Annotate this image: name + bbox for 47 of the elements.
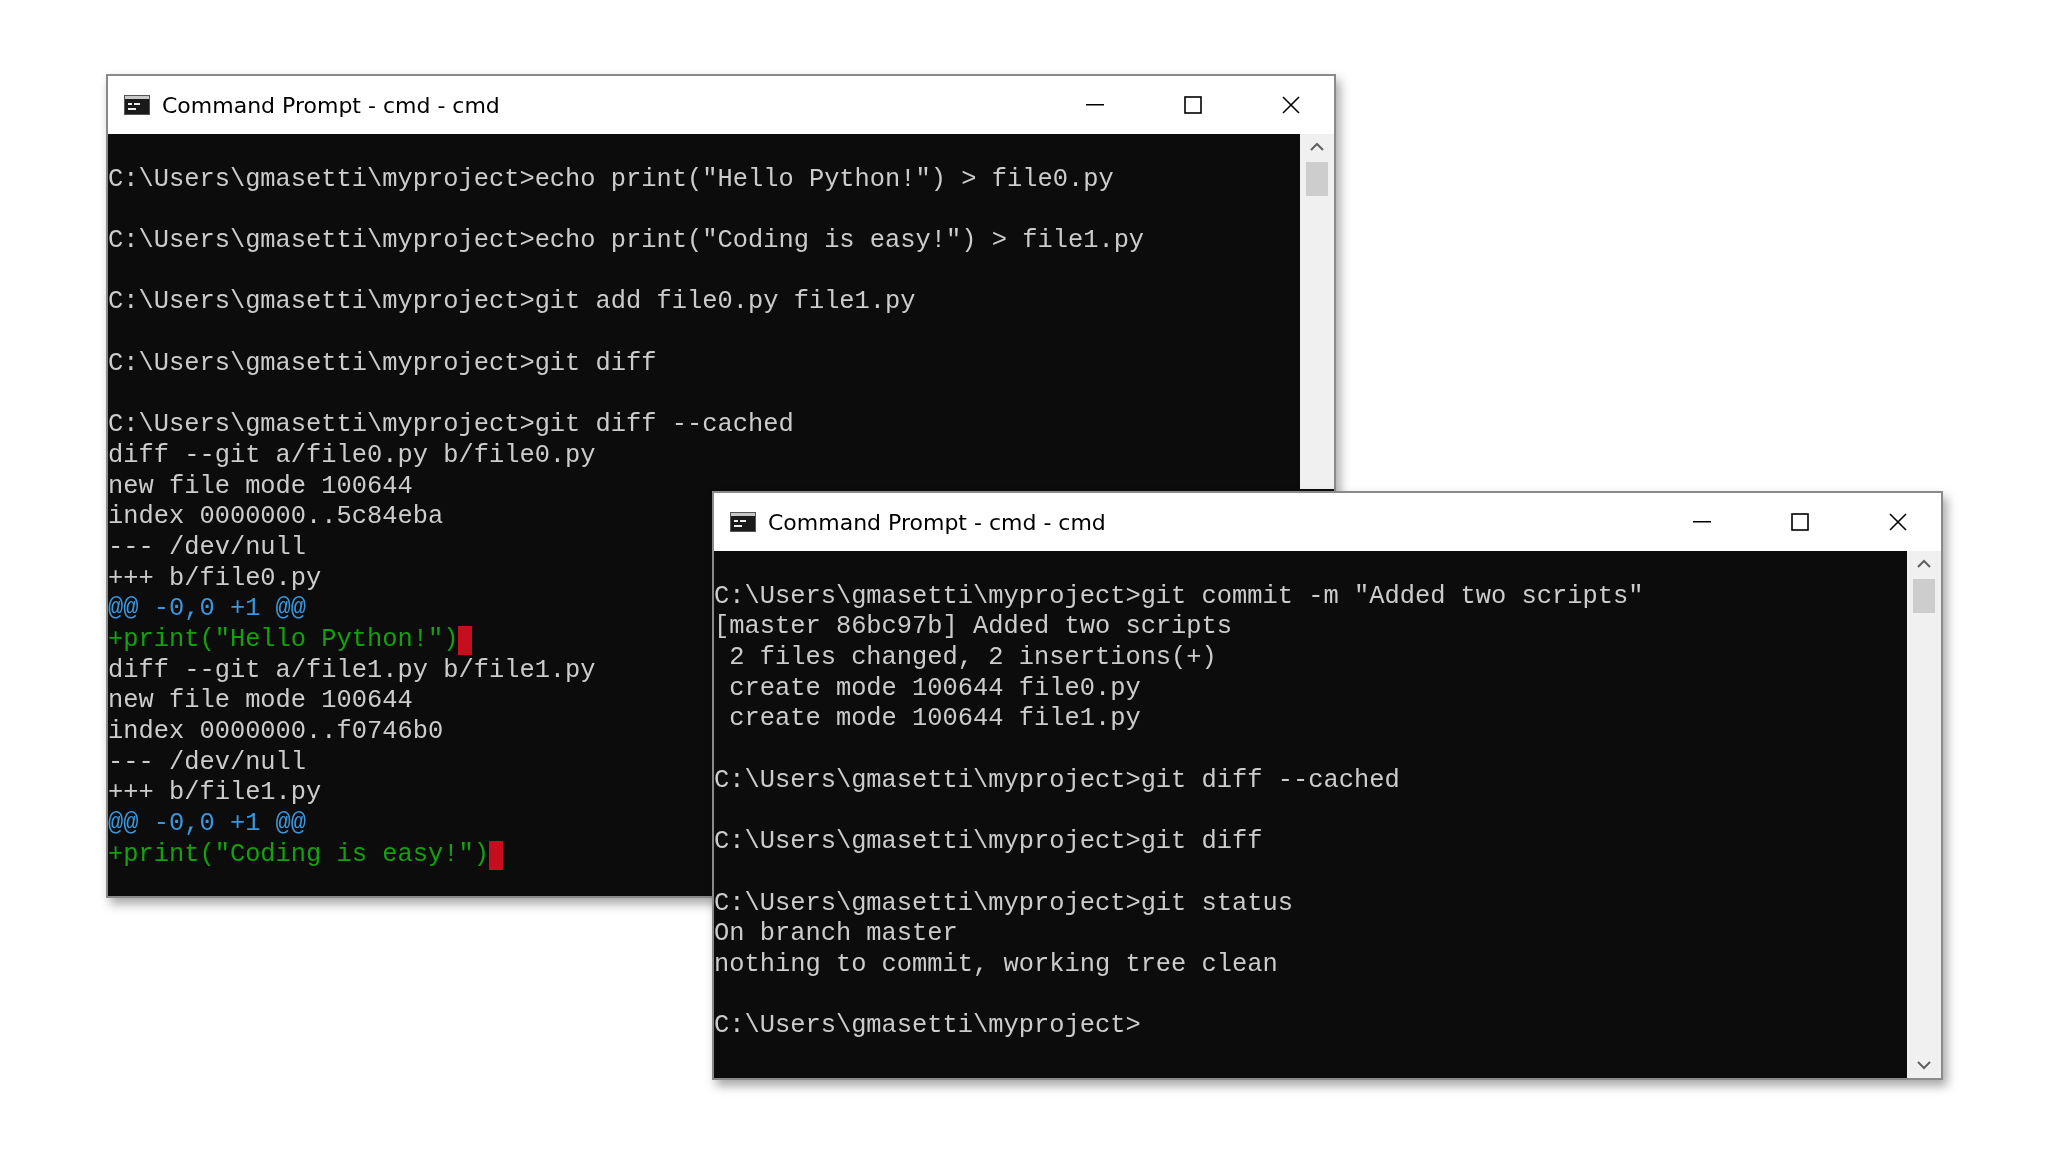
terminal-line: C:\Users\gmasetti\myproject>git add file0.py file1.py <box>108 287 916 319</box>
terminal-icon <box>730 512 756 532</box>
terminal-line: C:\Users\gmasetti\myproject>echo print("Hello Python!") > file0.py <box>108 164 1114 196</box>
window-title: Command Prompt - cmd - cmd <box>162 92 501 118</box>
terminal-line: new file mode 100644 <box>108 686 413 718</box>
window-title: Command Prompt - cmd - cmd <box>768 509 1107 535</box>
terminal-line: C:\Users\gmasetti\myproject>git status <box>714 888 1293 920</box>
terminal-line: +++ b/file0.py <box>108 563 322 595</box>
scroll-down-icon[interactable] <box>1917 1060 1931 1070</box>
scroll-up-icon[interactable] <box>1917 559 1931 569</box>
terminal-line: C:\Users\gmasetti\myproject>git diff --cached <box>108 410 794 441</box>
terminal-line: C:\Users\gmasetti\myproject> <box>714 1011 1141 1042</box>
close-icon <box>1889 513 1907 531</box>
terminal-line: C:\Users\gmasetti\myproject>git diff <box>714 827 1263 858</box>
terminal-line: --- /dev/null <box>108 747 307 779</box>
terminal-line: index 0000000..5c84eba <box>108 502 444 533</box>
terminal-line: C:\Users\gmasetti\myproject>git commit -m "Added two scripts" <box>714 581 1644 613</box>
terminal-line: create mode 100644 file1.py <box>728 704 1141 736</box>
maximize-icon <box>1184 96 1202 114</box>
terminal-line: --- /dev/null <box>108 532 307 564</box>
terminal-line: new file mode 100644 <box>108 471 413 503</box>
terminal-line: diff --git a/file0.py b/file0.py <box>108 440 596 472</box>
terminal-line: On branch master <box>714 919 958 950</box>
close-icon <box>1282 96 1300 114</box>
terminal-line: +print("Hello Python!") <box>108 625 459 656</box>
terminal-line: C:\Users\gmasetti\myproject>git diff --cached <box>714 765 1400 797</box>
minimize-icon <box>1693 521 1711 523</box>
terminal-icon <box>124 95 150 115</box>
terminal-line: diff --git a/file1.py b/file1.py <box>108 655 596 687</box>
maximize-icon <box>1791 513 1809 531</box>
scrollbar[interactable] <box>1300 134 1334 489</box>
scrollbar-thumb[interactable] <box>1913 579 1935 613</box>
terminal-line: @@ -0,0 +1 @@ <box>108 809 307 840</box>
terminal-line: +print("Coding is easy!") <box>108 839 489 871</box>
scrollbar-thumb[interactable] <box>1306 162 1328 196</box>
terminal-line: +++ b/file1.py <box>108 778 322 810</box>
minimize-icon <box>1086 104 1104 106</box>
terminal-line: 2 files changed, 2 insertions(+) <box>728 643 1217 674</box>
scrollbar[interactable] <box>1907 551 1941 1078</box>
scroll-up-icon[interactable] <box>1310 142 1324 152</box>
terminal-line: create mode 100644 file0.py <box>728 673 1141 705</box>
terminal-line: @@ -0,0 +1 @@ <box>108 594 307 625</box>
terminal-line: C:\Users\gmasetti\myproject>git diff <box>108 348 657 380</box>
terminal-line: nothing to commit, working tree clean <box>714 949 1278 981</box>
terminal-line: index 0000000..f0746b0 <box>108 717 444 748</box>
terminal-line: C:\Users\gmasetti\myproject>echo print("Coding is easy!") > file1.py <box>108 226 1145 257</box>
terminal-line: [master 86bc97b] Added two scripts <box>714 612 1233 644</box>
